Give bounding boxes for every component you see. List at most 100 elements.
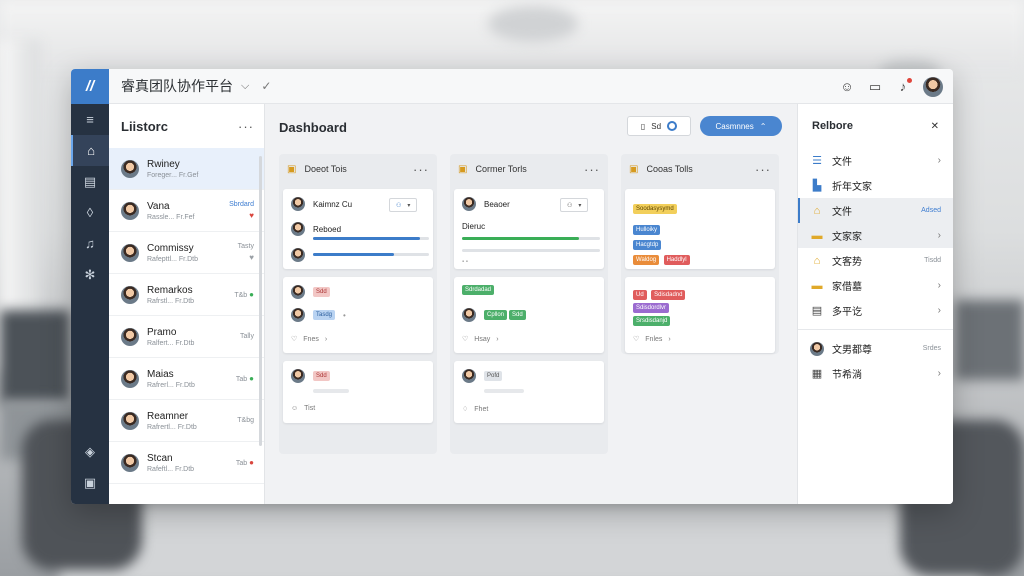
assign-chip[interactable]: ⚇ ▾: [389, 198, 418, 212]
right-panel: Relbore ✕ ☰ 文件 › ▙ 折年文家 ⌂ 文件 Adsed ▬ 文家家…: [797, 104, 953, 504]
chat-icon[interactable]: ▭: [867, 79, 883, 95]
right-panel-item[interactable]: ⌂ 文客势 Tisdd: [798, 248, 953, 273]
task-card[interactable]: Sdrdadad Cpllon Sdd ♡ Hsay ›: [454, 277, 604, 353]
menu-icon[interactable]: ≡: [71, 104, 109, 135]
list-item[interactable]: Pramo Ralfert... Fr.Dtb Tally: [109, 316, 264, 358]
right-panel-item[interactable]: ☰ 文件 ›: [798, 148, 953, 173]
settings-icon[interactable]: ✻: [71, 259, 109, 290]
more-icon[interactable]: ···: [755, 162, 771, 177]
list-item[interactable]: Vana Rassle... Fr.Fef Sbrdard ♥: [109, 190, 264, 232]
note-icon: ▣: [629, 163, 639, 175]
list-panel-title: Liistorc: [121, 118, 168, 134]
right-panel-item[interactable]: ▦ 节希淌 ›: [798, 361, 953, 386]
task-card[interactable]: Beaoer ⚇ ▾ Dieruc ▪ ▪: [454, 189, 604, 269]
chevron-right-icon: ›: [937, 155, 941, 166]
list-item[interactable]: Rwiney Foreger... Fr.Gef: [109, 148, 264, 190]
right-panel-item[interactable]: ▬ 文家家 ›: [798, 223, 953, 248]
right-panel-item[interactable]: ▬ 家借墓 ›: [798, 273, 953, 298]
list-item-meta: T&bg: [237, 417, 254, 424]
avatar: [121, 411, 139, 430]
app-logo[interactable]: //: [71, 69, 109, 104]
sheet-icon: ▤: [811, 305, 823, 317]
smile-icon: ☺: [291, 405, 299, 412]
customers-button-label: Casmnnes: [715, 121, 754, 131]
progress-bar: [313, 253, 429, 256]
list-item-meta: Tasty: [237, 243, 254, 250]
column-title: Doeot Tois: [304, 164, 347, 174]
right-panel-item[interactable]: ⌂ 文件 Adsed: [798, 198, 953, 223]
note-icon: ▣: [287, 163, 297, 175]
cube-icon[interactable]: ◈: [71, 436, 109, 467]
smile-icon[interactable]: ☺: [839, 79, 855, 95]
more-icon[interactable]: ···: [584, 162, 600, 177]
status-dot-icon: ●: [249, 290, 254, 299]
more-icon[interactable]: ···: [238, 119, 254, 134]
chevron-right-icon: ›: [937, 305, 941, 316]
list-item[interactable]: Stcan Rafeftl... Fr.Dtb Tab ●: [109, 442, 264, 484]
tag: Cpllon: [484, 310, 508, 320]
list-item[interactable]: Remarkos Rafrstl... Fr.Dtb T&b ●: [109, 274, 264, 316]
right-panel-item[interactable]: ▤ 多平讫 ›: [798, 298, 953, 323]
tag: Waldog: [633, 255, 660, 265]
right-panel-item-meta: Adsed: [921, 207, 941, 214]
chevron-right-icon: ›: [937, 280, 941, 291]
dashboard: Dashboard ▯ Sd Casmnnes ⌃ ▣ Doeot Tois ·…: [265, 104, 797, 504]
bell-icon[interactable]: ♪: [895, 77, 912, 95]
heart-icon: ♥: [249, 253, 254, 262]
tag: Sdd: [313, 287, 330, 297]
app-title: 睿真团队协作平台: [121, 78, 233, 94]
archive-icon[interactable]: ▣: [71, 467, 109, 498]
document-icon[interactable]: ▤: [71, 166, 109, 197]
assign-chip[interactable]: ⚇ ▾: [560, 198, 589, 212]
list-item-sub: Rafepttl... Fr.Dtb: [147, 255, 198, 263]
list-item-name: Commissy: [147, 242, 194, 254]
user-avatar[interactable]: [923, 76, 943, 97]
bell-icon[interactable]: ♫: [71, 228, 109, 259]
task-card[interactable]: Kaimnz Cu ⚇ ▾ Reboed: [283, 189, 433, 269]
status-dot-icon: ●: [249, 458, 254, 467]
list-item-name: Maias: [147, 368, 174, 380]
progress-bar: [462, 249, 600, 252]
task-card[interactable]: Ud Sdisdadnd Sdisdordlvr Srsdisdanjd ♡ Fn…: [625, 277, 775, 353]
customers-button[interactable]: Casmnnes ⌃: [700, 116, 782, 136]
chevron-down-icon[interactable]: ⌵: [241, 80, 249, 93]
task-card[interactable]: Sdd Tasdg • ♡ Fnes ›: [283, 277, 433, 353]
home-icon[interactable]: ⌂: [71, 135, 109, 166]
doc-icon: ▙: [812, 180, 822, 192]
page-title: Dashboard: [279, 120, 347, 135]
avatar: [121, 453, 139, 472]
list-item[interactable]: Maias Rafrerl... Fr.Dtb Tab ●: [109, 358, 264, 400]
task-card[interactable]: Soodasysymd Hulloiky Hacgtdp Waldog Hadd…: [625, 189, 775, 269]
title-bar: // 睿真团队协作平台 ⌵ ✓ ☺ ▭ ♪: [71, 69, 953, 104]
more-icon[interactable]: ···: [413, 162, 429, 177]
column-title: Cormer Torls: [475, 164, 527, 174]
circle-icon: [667, 121, 678, 131]
list-item[interactable]: Reamner Rafrertl... Fr.Dtb T&bg: [109, 400, 264, 442]
view-toggle[interactable]: ▯ Sd: [627, 116, 691, 136]
list-item-sub: Rafrertl... Fr.Dtb: [147, 423, 197, 431]
tag: Srsdisdanjd: [633, 316, 671, 326]
scrollbar[interactable]: [259, 156, 262, 446]
close-icon[interactable]: ✕: [931, 121, 939, 132]
avatar: [462, 369, 476, 383]
task-card[interactable]: Pofd ♢ Fhet: [454, 361, 604, 423]
home-icon: ⌂: [813, 254, 821, 267]
avatar: [121, 159, 139, 178]
card-footer: Tist: [304, 405, 316, 412]
people-icon: ⚇: [396, 202, 402, 209]
avatar: [462, 197, 476, 211]
right-panel-item[interactable]: ▙ 折年文家: [798, 173, 953, 198]
drop-icon[interactable]: ◊: [71, 197, 109, 228]
right-panel-item[interactable]: 文男都尊 Srdes: [798, 336, 953, 361]
list-item-name: Rwiney: [147, 158, 180, 170]
kanban-column: ▣ Cooas Tolls ··· Soodasysymd Hulloiky H…: [621, 154, 779, 354]
list-item-meta: Tab: [235, 376, 248, 383]
task-card[interactable]: Sdd ☺ Tist: [283, 361, 433, 423]
tag: Haddlyl: [663, 255, 690, 265]
check-icon[interactable]: ✓: [261, 79, 271, 93]
tag: Soodasysymd: [633, 204, 677, 214]
list-item[interactable]: Commissy Rafepttl... Fr.Dtb Tasty ♥: [109, 232, 264, 274]
home-icon: ⌂: [813, 204, 821, 217]
view-toggle-label: Sd: [651, 121, 662, 131]
heart-icon: ♥: [249, 211, 254, 220]
